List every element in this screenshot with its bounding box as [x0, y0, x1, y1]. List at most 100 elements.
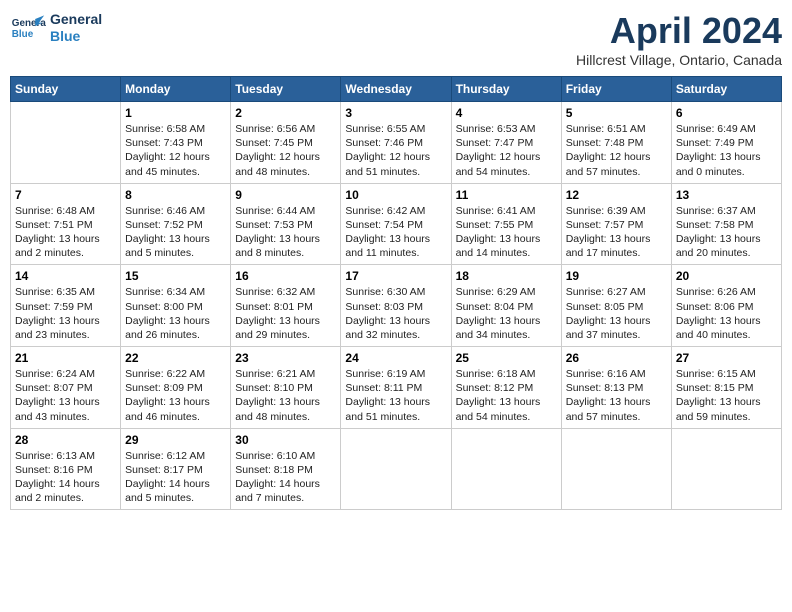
weekday-header: Tuesday — [231, 77, 341, 102]
weekday-header: Saturday — [671, 77, 781, 102]
day-info: Sunrise: 6:24 AM Sunset: 8:07 PM Dayligh… — [15, 367, 116, 424]
calendar-cell: 4 Sunrise: 6:53 AM Sunset: 7:47 PM Daylig… — [451, 102, 561, 184]
calendar-cell: 29Sunrise: 6:12 AM Sunset: 8:17 PM Dayli… — [121, 428, 231, 510]
calendar-week-row: 1 Sunrise: 6:58 AM Sunset: 7:43 PM Daylig… — [11, 102, 782, 184]
day-number: 9 — [235, 188, 336, 202]
day-number: 24 — [345, 351, 446, 365]
calendar-cell: 25Sunrise: 6:18 AM Sunset: 8:12 PM Dayli… — [451, 347, 561, 429]
calendar-cell: 17Sunrise: 6:30 AM Sunset: 8:03 PM Dayli… — [341, 265, 451, 347]
day-info: Sunrise: 6:44 AM Sunset: 7:53 PM Dayligh… — [235, 204, 336, 261]
day-info: Sunrise: 6:26 AM Sunset: 8:06 PM Dayligh… — [676, 285, 777, 342]
logo-subtext: Blue — [50, 28, 102, 45]
calendar-cell: 5Sunrise: 6:51 AM Sunset: 7:48 PM Daylig… — [561, 102, 671, 184]
day-number: 21 — [15, 351, 116, 365]
calendar-cell: 11 Sunrise: 6:41 AM Sunset: 7:55 PM Dayli… — [451, 183, 561, 265]
calendar-cell: 26 Sunrise: 6:16 AM Sunset: 8:13 PM Dayli… — [561, 347, 671, 429]
day-number: 18 — [456, 269, 557, 283]
calendar-week-row: 28Sunrise: 6:13 AM Sunset: 8:16 PM Dayli… — [11, 428, 782, 510]
day-number: 22 — [125, 351, 226, 365]
day-info: Sunrise: 6:29 AM Sunset: 8:04 PM Dayligh… — [456, 285, 557, 342]
calendar-cell: 28Sunrise: 6:13 AM Sunset: 8:16 PM Dayli… — [11, 428, 121, 510]
calendar-cell: 16Sunrise: 6:32 AM Sunset: 8:01 PM Dayli… — [231, 265, 341, 347]
day-number: 3 — [345, 106, 446, 120]
calendar-cell — [561, 428, 671, 510]
calendar-cell — [11, 102, 121, 184]
day-info: Sunrise: 6:53 AM Sunset: 7:47 PM Dayligh… — [456, 122, 557, 179]
calendar-week-row: 21 Sunrise: 6:24 AM Sunset: 8:07 PM Dayli… — [11, 347, 782, 429]
day-number: 11 — [456, 188, 557, 202]
day-number: 26 — [566, 351, 667, 365]
day-info: Sunrise: 6:10 AM Sunset: 8:18 PM Dayligh… — [235, 449, 336, 506]
day-number: 1 — [125, 106, 226, 120]
day-info: Sunrise: 6:30 AM Sunset: 8:03 PM Dayligh… — [345, 285, 446, 342]
day-number: 4 — [456, 106, 557, 120]
calendar-cell: 12 Sunrise: 6:39 AM Sunset: 7:57 PM Dayli… — [561, 183, 671, 265]
calendar-cell — [671, 428, 781, 510]
calendar-cell: 18 Sunrise: 6:29 AM Sunset: 8:04 PM Dayli… — [451, 265, 561, 347]
weekday-header: Wednesday — [341, 77, 451, 102]
day-info: Sunrise: 6:56 AM Sunset: 7:45 PM Dayligh… — [235, 122, 336, 179]
calendar-body: 1 Sunrise: 6:58 AM Sunset: 7:43 PM Daylig… — [11, 102, 782, 510]
day-number: 12 — [566, 188, 667, 202]
weekday-header: Monday — [121, 77, 231, 102]
day-info: Sunrise: 6:34 AM Sunset: 8:00 PM Dayligh… — [125, 285, 226, 342]
calendar-week-row: 7 Sunrise: 6:48 AM Sunset: 7:51 PM Daylig… — [11, 183, 782, 265]
day-number: 20 — [676, 269, 777, 283]
month-title: April 2024 — [576, 10, 782, 52]
day-info: Sunrise: 6:37 AM Sunset: 7:58 PM Dayligh… — [676, 204, 777, 261]
day-info: Sunrise: 6:15 AM Sunset: 8:15 PM Dayligh… — [676, 367, 777, 424]
title-block: April 2024 Hillcrest Village, Ontario, C… — [576, 10, 782, 68]
calendar-cell: 10Sunrise: 6:42 AM Sunset: 7:54 PM Dayli… — [341, 183, 451, 265]
day-info: Sunrise: 6:27 AM Sunset: 8:05 PM Dayligh… — [566, 285, 667, 342]
calendar-cell: 13Sunrise: 6:37 AM Sunset: 7:58 PM Dayli… — [671, 183, 781, 265]
calendar-cell: 24 Sunrise: 6:19 AM Sunset: 8:11 PM Dayli… — [341, 347, 451, 429]
page-header: General Blue General Blue April 2024 Hil… — [10, 10, 782, 68]
calendar-table: SundayMondayTuesdayWednesdayThursdayFrid… — [10, 76, 782, 510]
calendar-cell: 7 Sunrise: 6:48 AM Sunset: 7:51 PM Daylig… — [11, 183, 121, 265]
calendar-cell: 9 Sunrise: 6:44 AM Sunset: 7:53 PM Daylig… — [231, 183, 341, 265]
calendar-cell: 14Sunrise: 6:35 AM Sunset: 7:59 PM Dayli… — [11, 265, 121, 347]
calendar-cell: 6 Sunrise: 6:49 AM Sunset: 7:49 PM Daylig… — [671, 102, 781, 184]
day-info: Sunrise: 6:48 AM Sunset: 7:51 PM Dayligh… — [15, 204, 116, 261]
day-info: Sunrise: 6:19 AM Sunset: 8:11 PM Dayligh… — [345, 367, 446, 424]
day-info: Sunrise: 6:22 AM Sunset: 8:09 PM Dayligh… — [125, 367, 226, 424]
calendar-week-row: 14Sunrise: 6:35 AM Sunset: 7:59 PM Dayli… — [11, 265, 782, 347]
day-info: Sunrise: 6:16 AM Sunset: 8:13 PM Dayligh… — [566, 367, 667, 424]
location: Hillcrest Village, Ontario, Canada — [576, 52, 782, 68]
day-info: Sunrise: 6:21 AM Sunset: 8:10 PM Dayligh… — [235, 367, 336, 424]
day-number: 19 — [566, 269, 667, 283]
day-number: 2 — [235, 106, 336, 120]
calendar-cell — [341, 428, 451, 510]
day-info: Sunrise: 6:49 AM Sunset: 7:49 PM Dayligh… — [676, 122, 777, 179]
day-number: 8 — [125, 188, 226, 202]
calendar-cell: 15Sunrise: 6:34 AM Sunset: 8:00 PM Dayli… — [121, 265, 231, 347]
calendar-cell: 22 Sunrise: 6:22 AM Sunset: 8:09 PM Dayli… — [121, 347, 231, 429]
day-info: Sunrise: 6:58 AM Sunset: 7:43 PM Dayligh… — [125, 122, 226, 179]
calendar-cell: 8Sunrise: 6:46 AM Sunset: 7:52 PM Daylig… — [121, 183, 231, 265]
day-info: Sunrise: 6:39 AM Sunset: 7:57 PM Dayligh… — [566, 204, 667, 261]
day-number: 28 — [15, 433, 116, 447]
day-info: Sunrise: 6:41 AM Sunset: 7:55 PM Dayligh… — [456, 204, 557, 261]
day-number: 6 — [676, 106, 777, 120]
day-number: 16 — [235, 269, 336, 283]
calendar-cell: 30 Sunrise: 6:10 AM Sunset: 8:18 PM Dayli… — [231, 428, 341, 510]
day-number: 7 — [15, 188, 116, 202]
day-info: Sunrise: 6:42 AM Sunset: 7:54 PM Dayligh… — [345, 204, 446, 261]
weekday-header: Thursday — [451, 77, 561, 102]
day-number: 29 — [125, 433, 226, 447]
calendar-cell: 27Sunrise: 6:15 AM Sunset: 8:15 PM Dayli… — [671, 347, 781, 429]
day-number: 25 — [456, 351, 557, 365]
day-info: Sunrise: 6:55 AM Sunset: 7:46 PM Dayligh… — [345, 122, 446, 179]
logo-text: General — [50, 11, 102, 28]
day-number: 30 — [235, 433, 336, 447]
day-number: 23 — [235, 351, 336, 365]
day-info: Sunrise: 6:35 AM Sunset: 7:59 PM Dayligh… — [15, 285, 116, 342]
calendar-cell: 1 Sunrise: 6:58 AM Sunset: 7:43 PM Daylig… — [121, 102, 231, 184]
calendar-cell — [451, 428, 561, 510]
weekday-header: Friday — [561, 77, 671, 102]
day-number: 5 — [566, 106, 667, 120]
calendar-cell: 19 Sunrise: 6:27 AM Sunset: 8:05 PM Dayli… — [561, 265, 671, 347]
calendar-cell: 23 Sunrise: 6:21 AM Sunset: 8:10 PM Dayli… — [231, 347, 341, 429]
svg-text:General: General — [12, 18, 46, 29]
logo: General Blue General Blue — [10, 10, 102, 46]
